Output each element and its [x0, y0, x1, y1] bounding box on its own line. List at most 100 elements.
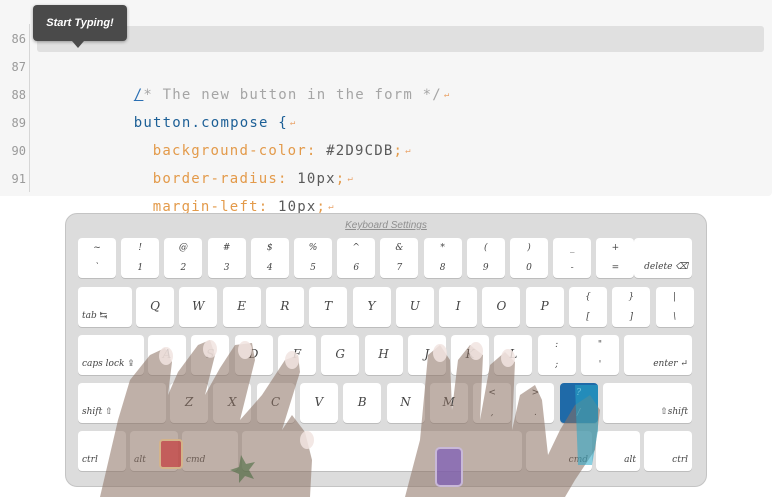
virtual-keyboard: Keyboard Settings ~ `! 1 @2 #3 $4% 5 ^ 6 & 7 * 8(9) 0…	[65, 213, 707, 487]
key-top-label: )	[527, 243, 531, 253]
key-top-label: <	[488, 388, 496, 398]
key-top-label: *	[440, 243, 445, 253]
key-bottom-label: ,	[490, 408, 494, 418]
key-tab[interactable]: tab ↹	[78, 287, 132, 327]
key-sym-2[interactable]: | \	[655, 287, 694, 327]
key-space[interactable]	[242, 431, 522, 471]
code-line-91[interactable]: 91 margin-left: 10px; ↵	[0, 165, 772, 215]
key-question-active[interactable]: ? /	[559, 383, 598, 423]
key-=[interactable]: + =	[596, 238, 635, 278]
key-label: G	[335, 347, 345, 361]
key-label: A	[162, 347, 172, 361]
key-delete[interactable]: delete ⌫	[634, 238, 692, 278]
key-enter[interactable]: enter ↵	[624, 335, 692, 375]
key-label: enter ↵	[653, 359, 688, 369]
key-m[interactable]: M	[429, 383, 468, 423]
code-line-89[interactable]: 89 background-color: #2D9CDB; ↵	[0, 109, 772, 159]
key-l[interactable]: L	[494, 335, 533, 375]
key-6[interactable]: ^ 6	[337, 238, 376, 278]
key-z[interactable]: Z	[170, 383, 208, 423]
key--[interactable]: _ -	[553, 238, 592, 278]
key-k[interactable]: K	[451, 335, 490, 375]
keyboard-settings-link[interactable]: Keyboard Settings	[66, 220, 706, 231]
code-line-88[interactable]: 88 button.compose {↵	[0, 81, 772, 131]
key-label: T	[324, 299, 333, 313]
key-sym4-0[interactable]: <,	[473, 383, 512, 423]
line-number: 91	[11, 172, 26, 186]
key-label: P	[540, 299, 549, 313]
key-shift-right[interactable]: ⇧shift	[603, 383, 692, 423]
key-7[interactable]: & 7	[380, 238, 419, 278]
line-number: 87	[11, 60, 26, 74]
key-bottom-label: 7	[396, 263, 403, 273]
key-b[interactable]: B	[343, 383, 382, 423]
key-bottom-label: 4	[266, 263, 273, 273]
key-cmd-left[interactable]: cmd	[182, 431, 238, 471]
key-a[interactable]: A	[148, 335, 186, 375]
key-2[interactable]: @2	[164, 238, 203, 278]
key-cmd-right[interactable]: cmd	[526, 431, 592, 471]
key-top-label: ~	[93, 243, 101, 253]
key-bottom-label: 1	[137, 263, 144, 273]
key-sym3-1[interactable]: " '	[581, 335, 619, 375]
code-line-90[interactable]: 90 border-radius: 10px; ↵	[0, 137, 772, 187]
key-c[interactable]: C	[256, 383, 295, 423]
key-`[interactable]: ~ `	[78, 238, 116, 278]
key-top-label: {	[585, 292, 591, 302]
key-0[interactable]: ) 0	[510, 238, 548, 278]
key-sym3-0[interactable]: :;	[537, 335, 576, 375]
key-label: cmd	[568, 455, 588, 465]
key-label: C	[271, 395, 281, 409]
key-sym-1[interactable]: }]	[612, 287, 651, 327]
key-9[interactable]: (9	[466, 238, 505, 278]
key-s[interactable]: S	[191, 335, 230, 375]
key-bottom-label: .	[533, 408, 537, 418]
key-o[interactable]: O	[482, 287, 521, 327]
key-3[interactable]: #3	[207, 238, 246, 278]
key-x[interactable]: X	[213, 383, 252, 423]
key-alt-left[interactable]: alt	[130, 431, 178, 471]
key-i[interactable]: I	[439, 287, 478, 327]
key-label: K	[465, 347, 475, 361]
return-icon: ↵	[328, 202, 335, 212]
key-ctrl-left[interactable]: ctrl	[78, 431, 126, 471]
key-g[interactable]: G	[321, 335, 360, 375]
key-bottom-label: -	[570, 263, 574, 273]
key-bottom-label: ]	[629, 312, 634, 322]
key-p[interactable]: P	[525, 287, 564, 327]
key-top-label: "	[597, 340, 603, 350]
key-u[interactable]: U	[395, 287, 434, 327]
key-caps-lock[interactable]: caps lock ⇪	[78, 335, 144, 375]
key-5[interactable]: % 5	[294, 238, 332, 278]
key-q[interactable]: Q	[136, 287, 174, 327]
key-t[interactable]: T	[309, 287, 348, 327]
key-h[interactable]: H	[364, 335, 403, 375]
key-label: X	[228, 395, 237, 409]
key-sym4-1[interactable]: >.	[516, 383, 555, 423]
key-n[interactable]: N	[386, 383, 425, 423]
key-sym-0[interactable]: {[	[569, 287, 607, 327]
key-label: L	[509, 347, 518, 361]
key-alt-right[interactable]: alt	[596, 431, 640, 471]
key-ctrl-right[interactable]: ctrl	[644, 431, 692, 471]
key-label: D	[248, 347, 259, 361]
key-bottom-label: 2	[180, 263, 187, 273]
key-r[interactable]: R	[265, 287, 304, 327]
key-v[interactable]: V	[299, 383, 338, 423]
key-8[interactable]: * 8	[423, 238, 462, 278]
key-w[interactable]: W	[179, 287, 218, 327]
key-d[interactable]: D	[234, 335, 273, 375]
key-bottom-label: 3	[223, 263, 230, 273]
key-e[interactable]: E	[222, 287, 261, 327]
key-y[interactable]: Y	[352, 287, 391, 327]
key-f[interactable]: F	[277, 335, 316, 375]
key-j[interactable]: J	[407, 335, 446, 375]
key-bottom-label: =	[611, 263, 620, 273]
key-shift-left[interactable]: shift ⇧	[78, 383, 166, 423]
code-line-87[interactable]: 87 /* The new button in the form */↵	[0, 53, 772, 103]
key-top-label: %	[308, 243, 318, 253]
key-1[interactable]: ! 1	[121, 238, 160, 278]
key-bottom-label: 0	[526, 263, 532, 273]
key-4[interactable]: $4	[250, 238, 289, 278]
key-label: B	[357, 395, 367, 409]
